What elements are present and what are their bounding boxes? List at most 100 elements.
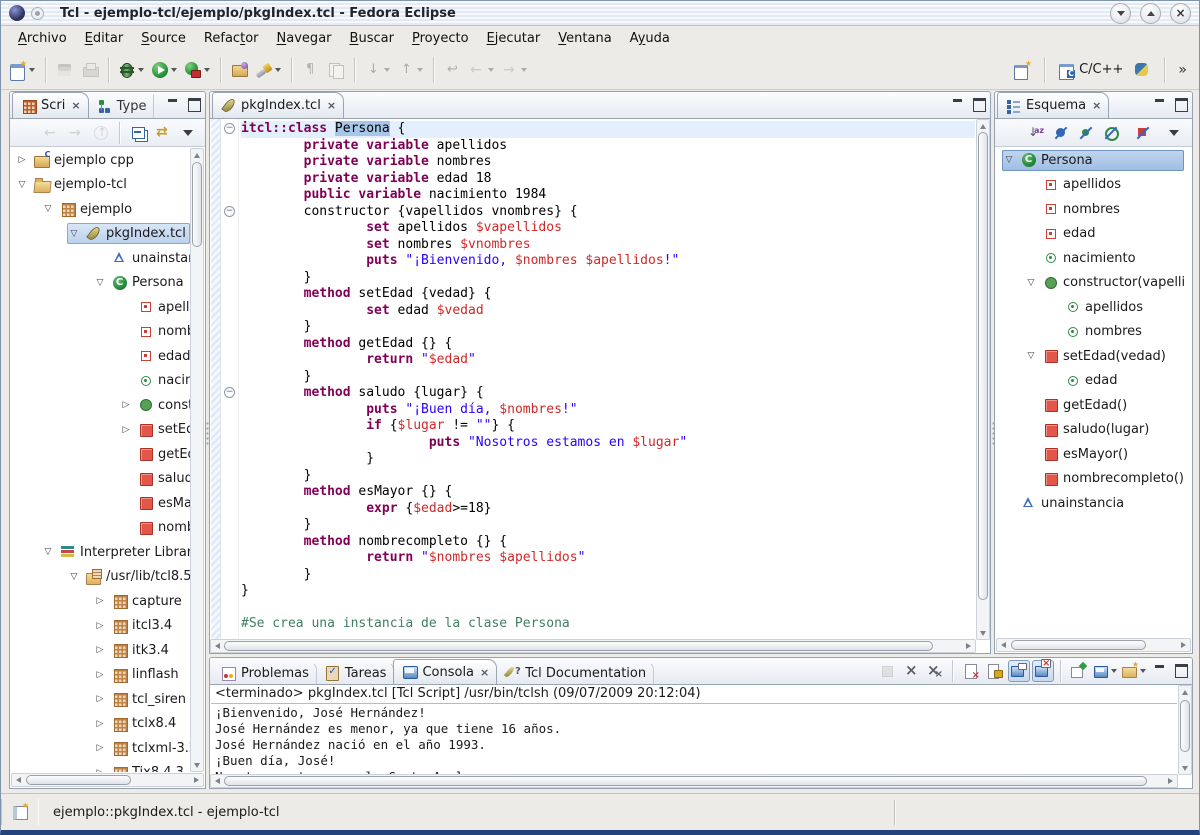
dropdown-arrow-icon[interactable] [1109,661,1118,681]
tree-item-persona[interactable]: ▽Persona [996,148,1184,173]
new-wizard-button[interactable] [7,57,39,83]
expand-arrow[interactable]: ▷ [93,694,107,704]
scroll-up-arrow[interactable] [1179,686,1191,697]
show-stderr-button[interactable] [1032,660,1054,682]
fold-minus-icon[interactable]: − [224,387,235,398]
link-with-editor-button[interactable] [153,122,175,144]
expand-arrow[interactable]: ▽ [1024,278,1038,288]
scrollbar-thumb[interactable] [978,132,988,600]
tree-item-nombrecompleto[interactable]: nombrecompleto() [11,516,190,541]
expand-arrow[interactable]: ▽ [1024,351,1038,361]
console-vertical-scrollbar[interactable] [1178,685,1192,775]
tree-item-edad[interactable]: edad [996,222,1184,247]
minimize-view-button[interactable] [166,97,180,110]
scrollbar-thumb[interactable] [224,776,1147,786]
tree-item-nombres[interactable]: nombres [996,197,1184,222]
dropdown-arrow-icon[interactable] [415,58,424,82]
forward-button[interactable] [499,57,531,83]
tree-item-edad[interactable]: edad [11,344,190,369]
pin-console-button[interactable] [1068,660,1090,682]
tree-item-nombres[interactable]: nombres [11,320,190,345]
tree-item-nombres[interactable]: nombres [996,320,1184,345]
expand-arrow[interactable]: ▷ [93,743,107,753]
tree-item-ejemplo[interactable]: ▽ejemplo [11,197,190,222]
tree-item-linflash[interactable]: ▷linflash [11,663,190,688]
close-window-button[interactable]: × [1170,3,1191,24]
run-button[interactable] [149,57,181,83]
close-tab-icon[interactable]: × [480,666,489,679]
tree-item-saludo-lugar[interactable]: saludo(lugar) [11,467,190,492]
scroll-left-arrow[interactable] [997,639,1009,650]
scroll-right-arrow[interactable] [963,640,975,651]
menu-ayuda[interactable]: Ayuda [621,29,679,48]
editor-vertical-scrollbar[interactable] [976,119,990,640]
show-stdout-button[interactable] [1008,660,1030,682]
scrollbar-thumb[interactable] [224,641,933,651]
explorer-horizontal-scrollbar[interactable] [11,773,204,787]
run-external-tools-button[interactable] [182,57,214,83]
menu-editar[interactable]: Editar [76,29,133,48]
hide-local-types-button[interactable] [1132,122,1154,144]
tab-script-explorer[interactable]: Scri × [12,92,89,118]
tree-item-setedad-vedad[interactable]: ▷setEdad(vedad) [11,418,190,443]
tree-item-constructor-vapellidos-vnombres[interactable]: ▷constructor(vapellidos vnombres) [11,393,190,418]
tree-item-ejemplo-cpp[interactable]: ▷ejemplo cpp [11,148,190,173]
dropdown-arrow-icon[interactable] [202,58,211,82]
format-button[interactable] [324,57,348,83]
menu-buscar[interactable]: Buscar [341,29,403,48]
tree-item-usr-lib-tcl8-5[interactable]: ▽/usr/lib/tcl8.5 [11,565,190,590]
tree-item-constructor-vapellidos-vnombres[interactable]: ▽constructor(vapellidos vnombres) [996,271,1184,296]
expand-arrow[interactable]: ▷ [93,719,107,729]
scroll-down-arrow[interactable] [191,760,203,771]
dropdown-arrow-icon[interactable] [273,58,282,82]
scroll-right-arrow[interactable] [1178,639,1190,650]
last-edit-location-button[interactable] [441,57,465,83]
show-whitespace-button[interactable] [299,57,323,83]
minimize-view-button[interactable] [1153,663,1167,676]
maximize-view-button[interactable] [1174,97,1188,110]
menu-proyecto[interactable]: Proyecto [403,29,478,48]
scrollbar-thumb[interactable] [26,775,131,785]
minimize-view-button[interactable] [1153,97,1167,110]
cpp-perspective-button[interactable]: C/C++ [1056,57,1126,83]
expand-arrow[interactable]: ▽ [67,572,81,582]
scrollbar-thumb[interactable] [1011,640,1146,650]
forward-button[interactable] [65,122,87,144]
folding-gutter[interactable]: −−− [222,119,239,640]
editor-horizontal-scrollbar[interactable] [210,639,976,653]
open-element-button[interactable] [228,57,252,83]
expand-arrow[interactable]: ▽ [41,547,55,557]
tree-item-nacimiento[interactable]: nacimiento [11,369,190,394]
expand-arrow[interactable]: ▽ [1002,155,1016,165]
expand-arrow[interactable]: ▷ [15,155,29,165]
tree-item-tclx8-4[interactable]: ▷tclx8.4 [11,712,190,737]
menu-navegar[interactable]: Navegar [268,29,341,48]
scroll-right-arrow[interactable] [1165,775,1177,786]
menu-source[interactable]: Source [132,29,195,48]
next-annotation-button[interactable] [362,57,394,83]
hide-static-button[interactable] [1075,122,1097,144]
tree-item-edad[interactable]: edad [996,369,1184,394]
window-menu-button[interactable] [31,7,44,20]
explorer-vertical-scrollbar[interactable] [190,148,204,772]
scroll-up-arrow[interactable] [191,149,203,160]
tree-item-interpreter-libraries[interactable]: ▽Interpreter Libraries [11,540,190,565]
maximize-view-button[interactable] [1174,663,1188,676]
console-output[interactable]: ¡Bienvenido, José Hernández!José Hernánd… [211,704,1177,775]
close-editor-icon[interactable]: × [327,99,336,112]
sort-button[interactable] [1025,122,1047,144]
expand-arrow[interactable]: ▷ [119,425,133,435]
menu-refactor[interactable]: Refactor [195,29,268,48]
expand-arrow[interactable]: ▷ [93,768,107,772]
dropdown-arrow-icon[interactable] [519,58,528,82]
previous-annotation-button[interactable] [395,57,427,83]
console-horizontal-scrollbar[interactable] [210,774,1178,788]
expand-arrow[interactable]: ▽ [93,278,107,288]
tree-item-apellidos[interactable]: apellidos [996,295,1184,320]
tree-item-apellidos[interactable]: apellidos [996,173,1184,198]
tree-item-apellidos[interactable]: apellidos [11,295,190,320]
tab-esquema[interactable]: Esquema × [997,92,1109,118]
collapse-all-button[interactable] [128,122,150,144]
scroll-down-arrow[interactable] [1179,763,1191,774]
view-menu-button[interactable] [1164,122,1186,144]
